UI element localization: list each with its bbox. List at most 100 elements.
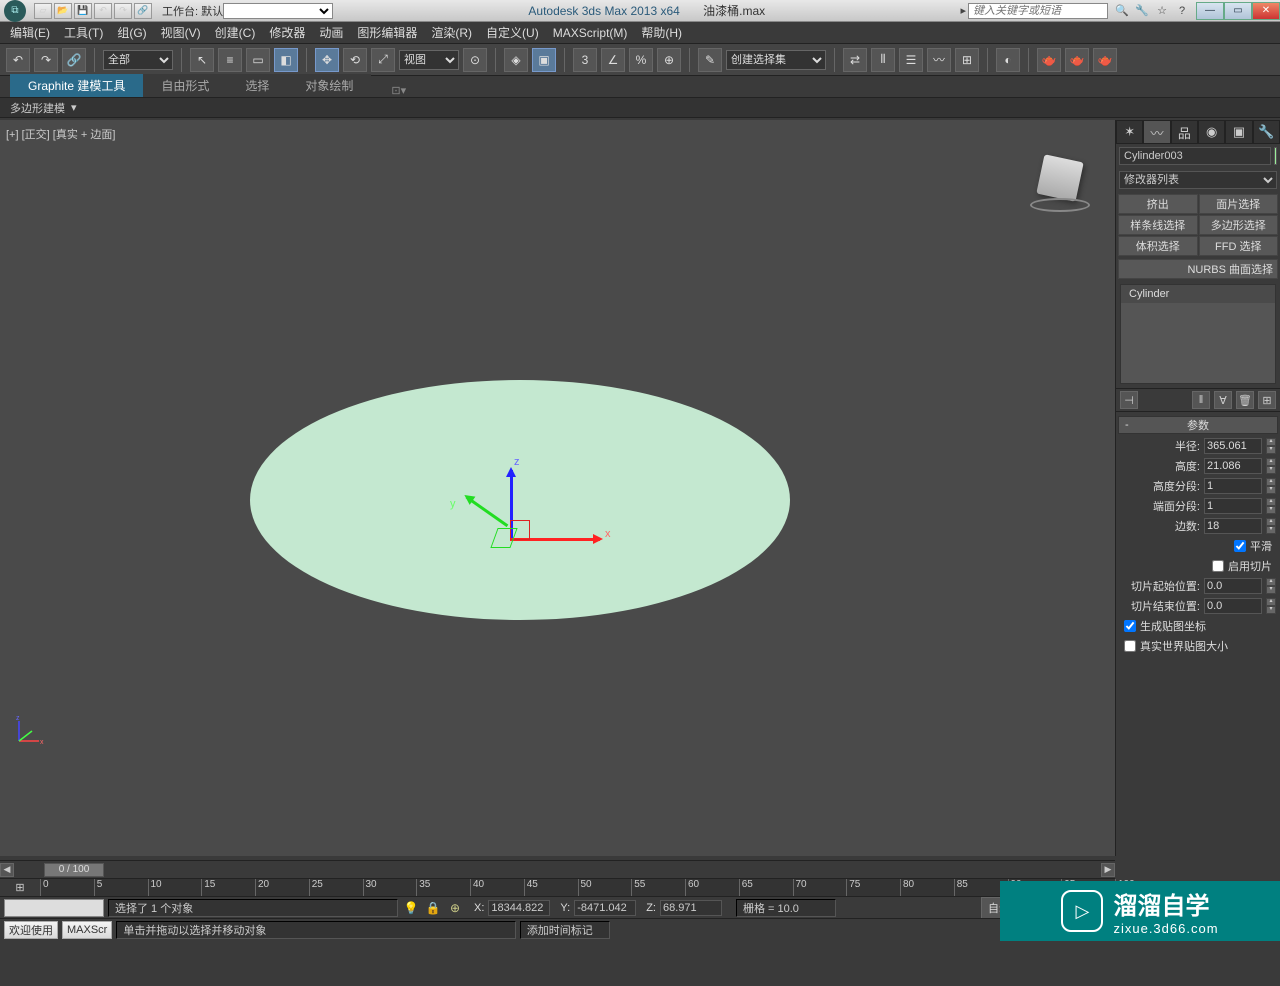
maximize-button[interactable]: ▭ xyxy=(1224,2,1252,20)
ribbon-subgroup[interactable]: 多边形建模▾ xyxy=(0,98,1280,118)
spinner-radius[interactable] xyxy=(1204,438,1262,454)
check-realworld[interactable] xyxy=(1124,640,1136,652)
mod-nurbs-select[interactable]: NURBS 曲面选择 xyxy=(1118,259,1278,279)
workspace-select[interactable] xyxy=(223,3,333,19)
menu-modifiers[interactable]: 修改器 xyxy=(269,24,305,41)
select-icon[interactable]: ↖ xyxy=(190,48,214,72)
object-color-swatch[interactable] xyxy=(1274,147,1277,165)
menu-graph[interactable]: 图形编辑器 xyxy=(357,24,417,41)
tab-modify[interactable]: 〰 xyxy=(1143,120,1170,144)
redo-icon[interactable]: ↷ xyxy=(34,48,58,72)
tab-motion[interactable]: ◉ xyxy=(1198,120,1225,144)
show-end-result-icon[interactable]: ‖ xyxy=(1192,391,1210,409)
modifier-stack[interactable]: Cylinder xyxy=(1120,284,1276,384)
mod-extrude[interactable]: 挤出 xyxy=(1118,194,1198,214)
tab-display[interactable]: ▣ xyxy=(1225,120,1252,144)
save-icon[interactable]: 💾 xyxy=(74,3,92,19)
help-search-input[interactable] xyxy=(968,3,1108,19)
menu-animation[interactable]: 动画 xyxy=(319,24,343,41)
check-smooth[interactable] xyxy=(1234,540,1246,552)
time-tag-button[interactable]: 添加时间标记 xyxy=(520,921,610,939)
configure-sets-icon[interactable]: ⊞ xyxy=(1258,391,1276,409)
selection-filter[interactable]: 全部 xyxy=(103,50,173,70)
viewport[interactable]: [+] [正交] [真实 + 边面] z x y z x xyxy=(0,120,1115,856)
menu-render[interactable]: 渲染(R) xyxy=(431,24,472,41)
modifier-list-dropdown[interactable]: 修改器列表 xyxy=(1119,171,1277,189)
comm-icon[interactable]: 🔧 xyxy=(1134,3,1150,19)
rotate-icon[interactable]: ⟲ xyxy=(343,48,367,72)
select-rect-icon[interactable]: ▭ xyxy=(246,48,270,72)
spin-hsegs[interactable]: ▴▾ xyxy=(1266,478,1276,494)
z-coord-input[interactable] xyxy=(660,900,722,916)
spinner-height[interactable] xyxy=(1204,458,1262,474)
ribbon-tab-graphite[interactable]: Graphite 建模工具 xyxy=(10,74,143,97)
render-frame-icon[interactable]: 🫖 xyxy=(1065,48,1089,72)
ribbon-tab-paint[interactable]: 对象绘制 xyxy=(287,74,371,97)
align-icon[interactable]: ⫴ xyxy=(871,48,895,72)
timeline-config-icon[interactable]: ⊞ xyxy=(0,879,40,896)
spin-radius[interactable]: ▴▾ xyxy=(1266,438,1276,454)
star-icon[interactable]: ☆ xyxy=(1154,3,1170,19)
lock-icon[interactable]: 🔒 xyxy=(424,899,442,917)
key-icon[interactable]: ⊕ xyxy=(446,899,464,917)
spinner-csegs[interactable] xyxy=(1204,498,1262,514)
link-icon[interactable]: 🔗 xyxy=(62,48,86,72)
editnamed-icon[interactable]: ✎ xyxy=(698,48,722,72)
mod-spline-select[interactable]: 样条线选择 xyxy=(1118,215,1198,235)
app-icon[interactable]: ⧉ xyxy=(4,0,26,22)
mirror-icon[interactable]: ⇄ xyxy=(843,48,867,72)
frame-handle[interactable]: 0 / 100 xyxy=(44,863,104,877)
mod-ffd-select[interactable]: FFD 选择 xyxy=(1199,236,1279,256)
snap-icon[interactable]: ▣ xyxy=(532,48,556,72)
material-icon[interactable]: ◐ xyxy=(996,48,1020,72)
object-name-input[interactable] xyxy=(1119,147,1271,165)
next-frame-icon[interactable]: ▶ xyxy=(1101,863,1115,877)
menu-edit[interactable]: 编辑(E) xyxy=(10,24,50,41)
ref-coord-select[interactable]: 视图 xyxy=(399,50,459,70)
maxscript-tab[interactable]: MAXScr xyxy=(62,921,112,939)
move-gizmo[interactable]: z x y xyxy=(480,470,620,610)
prev-frame-icon[interactable]: ◀ xyxy=(0,863,14,877)
layer-icon[interactable]: ☰ xyxy=(899,48,923,72)
tab-create[interactable]: ✶ xyxy=(1116,120,1143,144)
spin-csegs[interactable]: ▴▾ xyxy=(1266,498,1276,514)
check-slice[interactable] xyxy=(1212,560,1224,572)
menu-views[interactable]: 视图(V) xyxy=(161,24,201,41)
curve-editor-icon[interactable]: 〰 xyxy=(927,48,951,72)
spin-height[interactable]: ▴▾ xyxy=(1266,458,1276,474)
close-button[interactable]: ✕ xyxy=(1252,2,1280,20)
named-selection-set[interactable]: 创建选择集 xyxy=(726,50,826,70)
ribbon-expand-icon[interactable]: ⊡▾ xyxy=(391,84,406,97)
check-genmap[interactable] xyxy=(1124,620,1136,632)
x-coord-input[interactable] xyxy=(488,900,550,916)
menu-create[interactable]: 创建(C) xyxy=(215,24,256,41)
spin-sides[interactable]: ▴▾ xyxy=(1266,518,1276,534)
menu-tools[interactable]: 工具(T) xyxy=(64,24,103,41)
open-icon[interactable]: 📂 xyxy=(54,3,72,19)
y-coord-input[interactable] xyxy=(574,900,636,916)
timeline-ruler[interactable]: ⊞ 05101520253035404550556065707580859095… xyxy=(0,878,1115,896)
view-cube[interactable] xyxy=(1025,150,1095,220)
render-icon[interactable]: 🫖 xyxy=(1093,48,1117,72)
remove-mod-icon[interactable]: 🗑 xyxy=(1236,391,1254,409)
ribbon-tab-freeform[interactable]: 自由形式 xyxy=(143,74,227,97)
mod-poly-select[interactable]: 多边形选择 xyxy=(1199,215,1279,235)
time-slider[interactable]: ◀ 0 / 100 ▶ xyxy=(0,860,1115,878)
search-icon[interactable]: 🔍 xyxy=(1114,3,1130,19)
mod-patch-select[interactable]: 面片选择 xyxy=(1199,194,1279,214)
new-icon[interactable]: ▱ xyxy=(34,3,52,19)
ribbon-tab-selection[interactable]: 选择 xyxy=(227,74,287,97)
spinner-snap-icon[interactable]: ⊕ xyxy=(657,48,681,72)
move-icon[interactable]: ✥ xyxy=(315,48,339,72)
percent-snap-icon[interactable]: % xyxy=(629,48,653,72)
help-icon[interactable]: ? xyxy=(1174,3,1190,19)
redo-icon[interactable]: ↷ xyxy=(114,3,132,19)
pin-stack-icon[interactable]: ⊣ xyxy=(1120,391,1138,409)
render-setup-icon[interactable]: 🫖 xyxy=(1037,48,1061,72)
schematic-icon[interactable]: ⊞ xyxy=(955,48,979,72)
snap3-icon[interactable]: 3 xyxy=(573,48,597,72)
bulb-icon[interactable]: 💡 xyxy=(402,899,420,917)
mod-vol-select[interactable]: 体积选择 xyxy=(1118,236,1198,256)
select-name-icon[interactable]: ≡ xyxy=(218,48,242,72)
spinner-hsegs[interactable] xyxy=(1204,478,1262,494)
